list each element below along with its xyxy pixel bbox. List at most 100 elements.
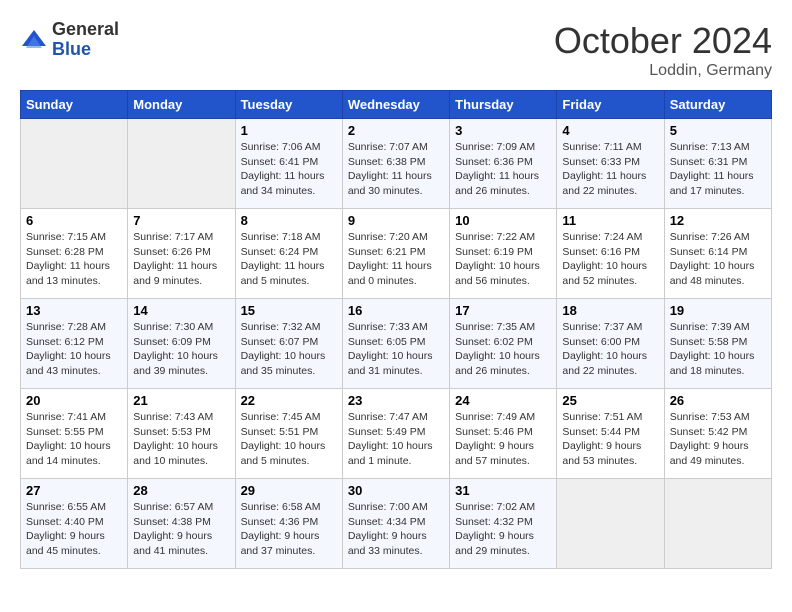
day-number: 22 <box>241 393 337 408</box>
day-info: Sunrise: 7:24 AMSunset: 6:16 PMDaylight:… <box>562 230 658 289</box>
calendar-cell: 20 Sunrise: 7:41 AMSunset: 5:55 PMDayligh… <box>21 389 128 479</box>
calendar-cell: 31 Sunrise: 7:02 AMSunset: 4:32 PMDayligh… <box>450 479 557 569</box>
day-info: Sunrise: 7:43 AMSunset: 5:53 PMDaylight:… <box>133 410 229 469</box>
day-number: 17 <box>455 303 551 318</box>
header-wednesday: Wednesday <box>342 91 449 119</box>
day-info: Sunrise: 6:57 AMSunset: 4:38 PMDaylight:… <box>133 500 229 559</box>
day-number: 9 <box>348 213 444 228</box>
header-friday: Friday <box>557 91 664 119</box>
page-header: General Blue October 2024 Loddin, German… <box>20 20 772 80</box>
day-info: Sunrise: 7:49 AMSunset: 5:46 PMDaylight:… <box>455 410 551 469</box>
day-number: 26 <box>670 393 766 408</box>
week-row-1: 1 Sunrise: 7:06 AMSunset: 6:41 PMDaylight… <box>21 119 772 209</box>
day-number: 5 <box>670 123 766 138</box>
month-title: October 2024 <box>554 20 772 62</box>
day-info: Sunrise: 7:11 AMSunset: 6:33 PMDaylight:… <box>562 140 658 199</box>
logo-text: General Blue <box>52 20 119 60</box>
calendar-cell: 12Sunrise: 7:26 AMSunset: 6:14 PMDayligh… <box>664 209 771 299</box>
header-monday: Monday <box>128 91 235 119</box>
day-number: 11 <box>562 213 658 228</box>
day-info: Sunrise: 6:55 AMSunset: 4:40 PMDaylight:… <box>26 500 122 559</box>
day-info: Sunrise: 7:09 AMSunset: 6:36 PMDaylight:… <box>455 140 551 199</box>
logo-icon <box>20 26 48 54</box>
calendar-cell: 1 Sunrise: 7:06 AMSunset: 6:41 PMDaylight… <box>235 119 342 209</box>
day-number: 30 <box>348 483 444 498</box>
day-info: Sunrise: 7:51 AMSunset: 5:44 PMDaylight:… <box>562 410 658 469</box>
day-number: 4 <box>562 123 658 138</box>
logo: General Blue <box>20 20 119 60</box>
day-info: Sunrise: 7:39 AMSunset: 5:58 PMDaylight:… <box>670 320 766 379</box>
calendar-cell: 11 Sunrise: 7:24 AMSunset: 6:16 PMDayligh… <box>557 209 664 299</box>
day-info: Sunrise: 7:32 AMSunset: 6:07 PMDaylight:… <box>241 320 337 379</box>
day-info: Sunrise: 7:45 AMSunset: 5:51 PMDaylight:… <box>241 410 337 469</box>
day-number: 13 <box>26 303 122 318</box>
day-number: 2 <box>348 123 444 138</box>
calendar-cell: 24Sunrise: 7:49 AMSunset: 5:46 PMDayligh… <box>450 389 557 479</box>
day-number: 27 <box>26 483 122 498</box>
day-number: 20 <box>26 393 122 408</box>
week-row-5: 27 Sunrise: 6:55 AMSunset: 4:40 PMDayligh… <box>21 479 772 569</box>
day-info: Sunrise: 6:58 AMSunset: 4:36 PMDaylight:… <box>241 500 337 559</box>
calendar-cell: 29 Sunrise: 6:58 AMSunset: 4:36 PMDayligh… <box>235 479 342 569</box>
day-number: 18 <box>562 303 658 318</box>
header-thursday: Thursday <box>450 91 557 119</box>
header-row: SundayMondayTuesdayWednesdayThursdayFrid… <box>21 91 772 119</box>
day-info: Sunrise: 7:06 AMSunset: 6:41 PMDaylight:… <box>241 140 337 199</box>
calendar-table: SundayMondayTuesdayWednesdayThursdayFrid… <box>20 90 772 569</box>
calendar-cell: 21 Sunrise: 7:43 AMSunset: 5:53 PMDayligh… <box>128 389 235 479</box>
calendar-cell: 18 Sunrise: 7:37 AMSunset: 6:00 PMDayligh… <box>557 299 664 389</box>
calendar-cell: 17 Sunrise: 7:35 AMSunset: 6:02 PMDayligh… <box>450 299 557 389</box>
calendar-cell: 19Sunrise: 7:39 AMSunset: 5:58 PMDayligh… <box>664 299 771 389</box>
week-row-4: 20 Sunrise: 7:41 AMSunset: 5:55 PMDayligh… <box>21 389 772 479</box>
day-number: 28 <box>133 483 229 498</box>
header-sunday: Sunday <box>21 91 128 119</box>
calendar-cell: 14Sunrise: 7:30 AMSunset: 6:09 PMDayligh… <box>128 299 235 389</box>
day-info: Sunrise: 7:02 AMSunset: 4:32 PMDaylight:… <box>455 500 551 559</box>
day-number: 10 <box>455 213 551 228</box>
calendar-header: SundayMondayTuesdayWednesdayThursdayFrid… <box>21 91 772 119</box>
calendar-cell: 16 Sunrise: 7:33 AMSunset: 6:05 PMDayligh… <box>342 299 449 389</box>
calendar-cell: 2Sunrise: 7:07 AMSunset: 6:38 PMDaylight… <box>342 119 449 209</box>
day-info: Sunrise: 7:41 AMSunset: 5:55 PMDaylight:… <box>26 410 122 469</box>
calendar-cell: 8 Sunrise: 7:18 AMSunset: 6:24 PMDaylight… <box>235 209 342 299</box>
calendar-cell: 9Sunrise: 7:20 AMSunset: 6:21 PMDaylight… <box>342 209 449 299</box>
day-number: 25 <box>562 393 658 408</box>
calendar-cell: 25 Sunrise: 7:51 AMSunset: 5:44 PMDayligh… <box>557 389 664 479</box>
week-row-2: 6 Sunrise: 7:15 AMSunset: 6:28 PMDaylight… <box>21 209 772 299</box>
logo-blue-text: Blue <box>52 40 119 60</box>
day-number: 8 <box>241 213 337 228</box>
day-info: Sunrise: 7:53 AMSunset: 5:42 PMDaylight:… <box>670 410 766 469</box>
day-number: 15 <box>241 303 337 318</box>
day-number: 23 <box>348 393 444 408</box>
day-info: Sunrise: 7:26 AMSunset: 6:14 PMDaylight:… <box>670 230 766 289</box>
day-info: Sunrise: 7:15 AMSunset: 6:28 PMDaylight:… <box>26 230 122 289</box>
calendar-cell: 26 Sunrise: 7:53 AMSunset: 5:42 PMDayligh… <box>664 389 771 479</box>
day-number: 16 <box>348 303 444 318</box>
day-info: Sunrise: 7:47 AMSunset: 5:49 PMDaylight:… <box>348 410 444 469</box>
calendar-cell <box>21 119 128 209</box>
day-number: 31 <box>455 483 551 498</box>
day-number: 6 <box>26 213 122 228</box>
calendar-cell: 7Sunrise: 7:17 AMSunset: 6:26 PMDaylight… <box>128 209 235 299</box>
header-tuesday: Tuesday <box>235 91 342 119</box>
day-info: Sunrise: 7:35 AMSunset: 6:02 PMDaylight:… <box>455 320 551 379</box>
header-saturday: Saturday <box>664 91 771 119</box>
title-block: October 2024 Loddin, Germany <box>554 20 772 80</box>
day-number: 29 <box>241 483 337 498</box>
calendar-cell: 15 Sunrise: 7:32 AMSunset: 6:07 PMDayligh… <box>235 299 342 389</box>
calendar-body: 1 Sunrise: 7:06 AMSunset: 6:41 PMDaylight… <box>21 119 772 569</box>
day-info: Sunrise: 7:00 AMSunset: 4:34 PMDaylight:… <box>348 500 444 559</box>
calendar-cell: 5Sunrise: 7:13 AMSunset: 6:31 PMDaylight… <box>664 119 771 209</box>
calendar-cell: 30 Sunrise: 7:00 AMSunset: 4:34 PMDayligh… <box>342 479 449 569</box>
day-info: Sunrise: 7:18 AMSunset: 6:24 PMDaylight:… <box>241 230 337 289</box>
day-info: Sunrise: 7:37 AMSunset: 6:00 PMDaylight:… <box>562 320 658 379</box>
day-info: Sunrise: 7:33 AMSunset: 6:05 PMDaylight:… <box>348 320 444 379</box>
day-info: Sunrise: 7:28 AMSunset: 6:12 PMDaylight:… <box>26 320 122 379</box>
calendar-cell: 28 Sunrise: 6:57 AMSunset: 4:38 PMDayligh… <box>128 479 235 569</box>
day-info: Sunrise: 7:17 AMSunset: 6:26 PMDaylight:… <box>133 230 229 289</box>
calendar-cell: 10Sunrise: 7:22 AMSunset: 6:19 PMDayligh… <box>450 209 557 299</box>
calendar-cell: 13 Sunrise: 7:28 AMSunset: 6:12 PMDayligh… <box>21 299 128 389</box>
calendar-cell <box>664 479 771 569</box>
day-number: 21 <box>133 393 229 408</box>
day-number: 1 <box>241 123 337 138</box>
